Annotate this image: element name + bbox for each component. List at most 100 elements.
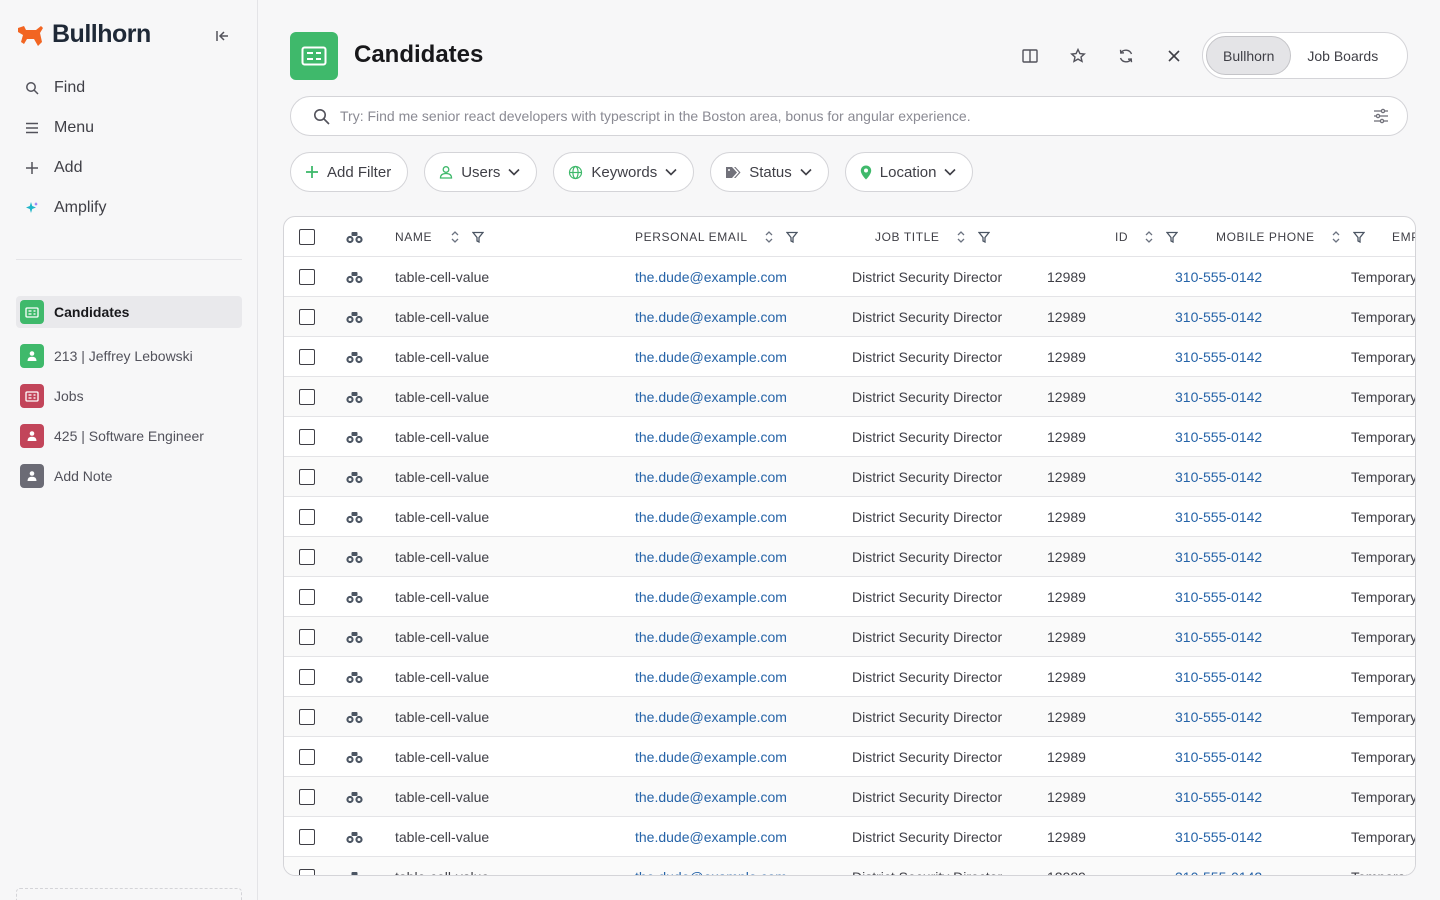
cell-name[interactable]: table-cell-value — [395, 857, 489, 875]
filter-icon[interactable] — [1352, 231, 1365, 243]
cell-email-link[interactable]: the.dude@example.com — [635, 817, 787, 857]
cell-phone-link[interactable]: 310-555-0142 — [1175, 497, 1262, 537]
cell-name[interactable]: table-cell-value — [395, 457, 489, 497]
table-row[interactable]: table-cell-value the.dude@example.com Dist… — [284, 577, 1415, 617]
cell-name[interactable]: table-cell-value — [395, 497, 489, 537]
column-header-personal-email[interactable]: PERSONAL EMAIL — [635, 217, 798, 257]
cell-phone-link[interactable]: 310-555-0142 — [1175, 857, 1262, 875]
table-row[interactable]: table-cell-value the.dude@example.com Dist… — [284, 337, 1415, 377]
preview-row-button[interactable] — [346, 497, 363, 537]
column-header-name[interactable]: NAME — [395, 217, 485, 257]
recent-item-software-engineer[interactable]: 425 | Software Engineer — [16, 416, 242, 456]
recent-item-add-note[interactable]: Add Note — [16, 456, 242, 496]
preview-row-button[interactable] — [346, 257, 363, 297]
cell-phone-link[interactable]: 310-555-0142 — [1175, 617, 1262, 657]
preview-row-button[interactable] — [346, 297, 363, 337]
cell-email-link[interactable]: the.dude@example.com — [635, 297, 787, 337]
column-header-employment-type[interactable]: EMP — [1392, 217, 1415, 257]
row-checkbox[interactable] — [299, 697, 315, 737]
cell-name[interactable]: table-cell-value — [395, 617, 489, 657]
preview-row-button[interactable] — [346, 337, 363, 377]
row-checkbox[interactable] — [299, 417, 315, 457]
cell-phone-link[interactable]: 310-555-0142 — [1175, 457, 1262, 497]
cell-email-link[interactable]: the.dude@example.com — [635, 697, 787, 737]
table-row[interactable]: table-cell-value the.dude@example.com Dist… — [284, 257, 1415, 297]
column-header-id[interactable]: ID — [1115, 217, 1179, 257]
preview-row-button[interactable] — [346, 577, 363, 617]
cell-email-link[interactable]: the.dude@example.com — [635, 617, 787, 657]
cell-name[interactable]: table-cell-value — [395, 737, 489, 777]
cell-phone-link[interactable]: 310-555-0142 — [1175, 577, 1262, 617]
cell-phone-link[interactable]: 310-555-0142 — [1175, 417, 1262, 457]
filter-icon[interactable] — [1166, 231, 1179, 243]
preview-row-button[interactable] — [346, 537, 363, 577]
cell-email-link[interactable]: the.dude@example.com — [635, 737, 787, 777]
table-row[interactable]: table-cell-value the.dude@example.com Dist… — [284, 777, 1415, 817]
cell-phone-link[interactable]: 310-555-0142 — [1175, 377, 1262, 417]
split-view-button[interactable] — [1018, 44, 1042, 68]
filter-icon[interactable] — [977, 231, 990, 243]
cell-name[interactable]: table-cell-value — [395, 297, 489, 337]
collapse-sidebar-button[interactable] — [212, 26, 232, 46]
cell-name[interactable]: table-cell-value — [395, 337, 489, 377]
row-checkbox[interactable] — [299, 817, 315, 857]
preview-row-button[interactable] — [346, 417, 363, 457]
close-button[interactable] — [1162, 44, 1186, 68]
preview-row-button[interactable] — [346, 857, 363, 875]
row-checkbox[interactable] — [299, 257, 315, 297]
cell-name[interactable]: table-cell-value — [395, 417, 489, 457]
filter-icon[interactable] — [785, 231, 798, 243]
table-row[interactable]: table-cell-value the.dude@example.com Dist… — [284, 417, 1415, 457]
preview-row-button[interactable] — [346, 457, 363, 497]
users-filter-dropdown[interactable]: Users — [424, 152, 538, 192]
row-checkbox[interactable] — [299, 337, 315, 377]
cell-email-link[interactable]: the.dude@example.com — [635, 337, 787, 377]
sort-icon[interactable] — [1331, 230, 1341, 244]
table-row[interactable]: table-cell-value the.dude@example.com Dist… — [284, 377, 1415, 417]
refresh-button[interactable] — [1114, 44, 1138, 68]
cell-phone-link[interactable]: 310-555-0142 — [1175, 337, 1262, 377]
table-row[interactable]: table-cell-value the.dude@example.com Dist… — [284, 497, 1415, 537]
cell-name[interactable]: table-cell-value — [395, 817, 489, 857]
cell-phone-link[interactable]: 310-555-0142 — [1175, 297, 1262, 337]
source-bullhorn-button[interactable]: Bullhorn — [1206, 36, 1292, 75]
cell-phone-link[interactable]: 310-555-0142 — [1175, 657, 1262, 697]
cell-name[interactable]: table-cell-value — [395, 657, 489, 697]
preview-row-button[interactable] — [346, 657, 363, 697]
cell-name[interactable]: table-cell-value — [395, 577, 489, 617]
cell-phone-link[interactable]: 310-555-0142 — [1175, 737, 1262, 777]
add-filter-button[interactable]: Add Filter — [290, 152, 409, 192]
row-checkbox[interactable] — [299, 617, 315, 657]
filter-icon[interactable] — [472, 231, 485, 243]
cell-name[interactable]: table-cell-value — [395, 537, 489, 577]
table-row[interactable]: table-cell-value the.dude@example.com Dist… — [284, 297, 1415, 337]
table-row[interactable]: table-cell-value the.dude@example.com Dist… — [284, 657, 1415, 697]
cell-email-link[interactable]: the.dude@example.com — [635, 417, 787, 457]
row-checkbox[interactable] — [299, 297, 315, 337]
nav-item-find[interactable]: Find — [16, 68, 242, 108]
cell-email-link[interactable]: the.dude@example.com — [635, 257, 787, 297]
bullhorn-logo[interactable]: Bullhorn — [16, 20, 151, 49]
cell-email-link[interactable]: the.dude@example.com — [635, 657, 787, 697]
cell-phone-link[interactable]: 310-555-0142 — [1175, 697, 1262, 737]
select-all-checkbox[interactable] — [299, 217, 315, 257]
cell-phone-link[interactable]: 310-555-0142 — [1175, 777, 1262, 817]
table-row[interactable]: table-cell-value the.dude@example.com Dist… — [284, 697, 1415, 737]
sort-icon[interactable] — [1144, 230, 1154, 244]
recent-item-jobs[interactable]: Jobs — [16, 376, 242, 416]
favorite-button[interactable] — [1066, 44, 1090, 68]
table-row[interactable]: table-cell-value the.dude@example.com Dist… — [284, 737, 1415, 777]
preview-row-button[interactable] — [346, 777, 363, 817]
recent-item-jeffrey-lebowski[interactable]: 213 | Jeffrey Lebowski — [16, 336, 242, 376]
nav-item-menu[interactable]: Menu — [16, 108, 242, 148]
location-filter-dropdown[interactable]: Location — [844, 152, 974, 192]
cell-phone-link[interactable]: 310-555-0142 — [1175, 537, 1262, 577]
cell-email-link[interactable]: the.dude@example.com — [635, 377, 787, 417]
preview-row-button[interactable] — [346, 817, 363, 857]
table-row[interactable]: table-cell-value the.dude@example.com Dist… — [284, 537, 1415, 577]
cell-email-link[interactable]: the.dude@example.com — [635, 537, 787, 577]
table-row[interactable]: table-cell-value the.dude@example.com Dist… — [284, 817, 1415, 857]
row-checkbox[interactable] — [299, 737, 315, 777]
row-checkbox[interactable] — [299, 457, 315, 497]
row-checkbox[interactable] — [299, 497, 315, 537]
